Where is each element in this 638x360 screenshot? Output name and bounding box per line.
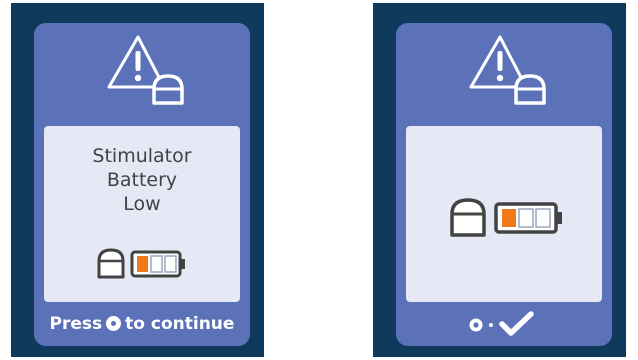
message-line-3: Low bbox=[123, 193, 161, 215]
alert-card: Stimulator Battery Low Press to continue bbox=[34, 23, 250, 346]
alert-card bbox=[396, 23, 612, 346]
message-line-2: Battery bbox=[106, 169, 178, 191]
status-panel bbox=[406, 126, 602, 302]
separator-dot bbox=[489, 323, 493, 327]
footer-prefix: Press bbox=[49, 314, 103, 334]
battery-low-icon bbox=[130, 250, 185, 278]
footer-suffix: to continue bbox=[125, 314, 235, 334]
continue-instruction: Press to continue bbox=[34, 312, 250, 336]
message-line-1: Stimulator bbox=[92, 145, 192, 167]
confirm-prompt bbox=[466, 309, 546, 339]
stimulator-battery-status bbox=[444, 196, 570, 238]
battery-low-icon bbox=[494, 202, 562, 234]
stimulator-battery-status bbox=[90, 246, 200, 280]
message-panel: Stimulator Battery Low bbox=[44, 126, 240, 302]
warning-stimulator-icon bbox=[468, 31, 548, 111]
checkmark-icon bbox=[499, 311, 534, 336]
stimulator-battery-low-icon-screen bbox=[373, 3, 626, 357]
alert-message: Stimulator Battery Low bbox=[44, 144, 240, 216]
select-button-icon bbox=[106, 316, 122, 331]
warning-stimulator-icon bbox=[106, 31, 186, 111]
stimulator-icon bbox=[450, 198, 486, 237]
stimulator-battery-low-screen: Stimulator Battery Low Press to continue bbox=[11, 3, 264, 357]
select-button-icon bbox=[469, 318, 483, 332]
stimulator-icon bbox=[97, 248, 125, 279]
